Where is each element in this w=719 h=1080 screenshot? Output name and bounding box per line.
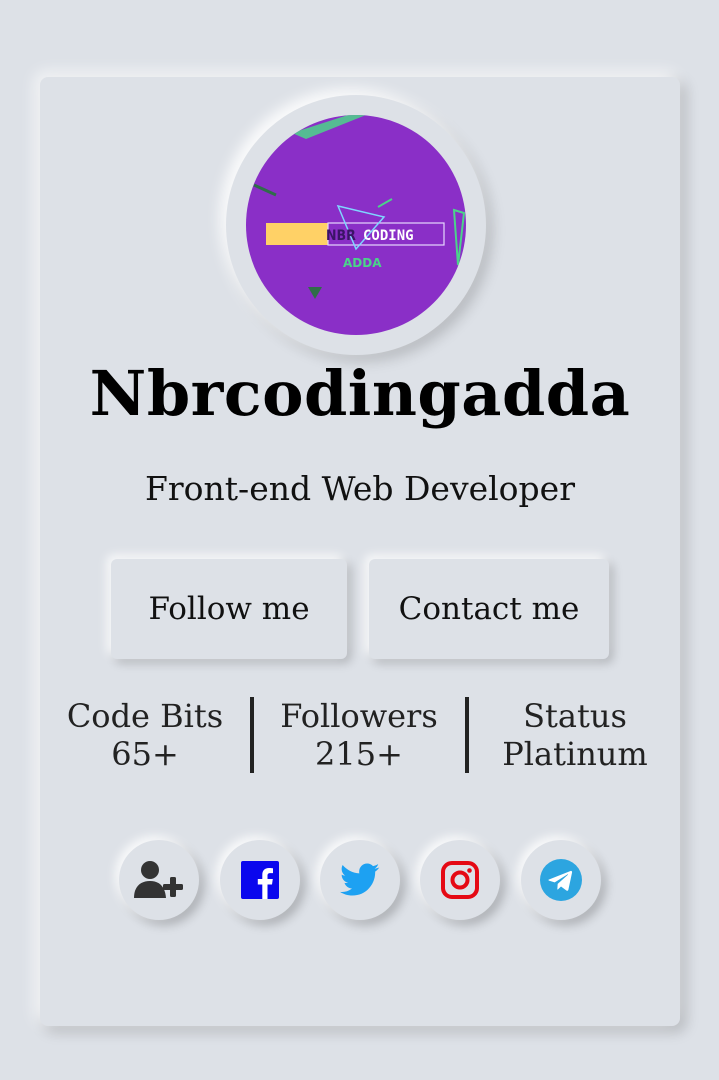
- follow-button[interactable]: Follow me: [111, 559, 347, 659]
- stat-code-bits: Code Bits 65+: [60, 697, 230, 773]
- telegram-icon: [540, 859, 582, 901]
- instagram-icon: [441, 861, 479, 899]
- stat-divider: [465, 697, 469, 773]
- avatar-logo-image: NBR CODING ADDA: [246, 115, 466, 335]
- add-friend-button[interactable]: [119, 840, 199, 920]
- stat-divider: [250, 697, 254, 773]
- avatar-text-nbr: NBR: [326, 228, 356, 244]
- instagram-button[interactable]: [420, 840, 500, 920]
- profile-role: Front-end Web Developer: [145, 469, 575, 508]
- stat-value: 65+: [111, 735, 179, 773]
- telegram-button[interactable]: [521, 840, 601, 920]
- avatar-text-coding: CODING: [363, 228, 414, 244]
- facebook-icon: [241, 861, 279, 899]
- avatar[interactable]: NBR CODING ADDA: [246, 115, 466, 335]
- stat-label: Status: [523, 697, 627, 735]
- stat-value: Platinum: [502, 735, 648, 773]
- stat-status: Status Platinum: [490, 697, 660, 773]
- profile-card: NBR CODING ADDA Nbrcodingadda Front-end …: [40, 77, 680, 1026]
- contact-button[interactable]: Contact me: [369, 559, 609, 659]
- avatar-ring: NBR CODING ADDA: [226, 95, 486, 355]
- avatar-text-adda: ADDA: [343, 256, 382, 270]
- stats-row: Code Bits 65+ Followers 215+ Status Plat…: [40, 697, 680, 775]
- user-plus-icon: [134, 861, 183, 898]
- stat-label: Code Bits: [66, 697, 224, 735]
- facebook-button[interactable]: [220, 840, 300, 920]
- profile-name: Nbrcodingadda: [89, 357, 631, 430]
- twitter-button[interactable]: [320, 840, 400, 920]
- twitter-icon: [340, 863, 380, 896]
- stat-label: Followers: [280, 697, 438, 735]
- stat-followers: Followers 215+: [273, 697, 445, 773]
- stat-value: 215+: [315, 735, 403, 773]
